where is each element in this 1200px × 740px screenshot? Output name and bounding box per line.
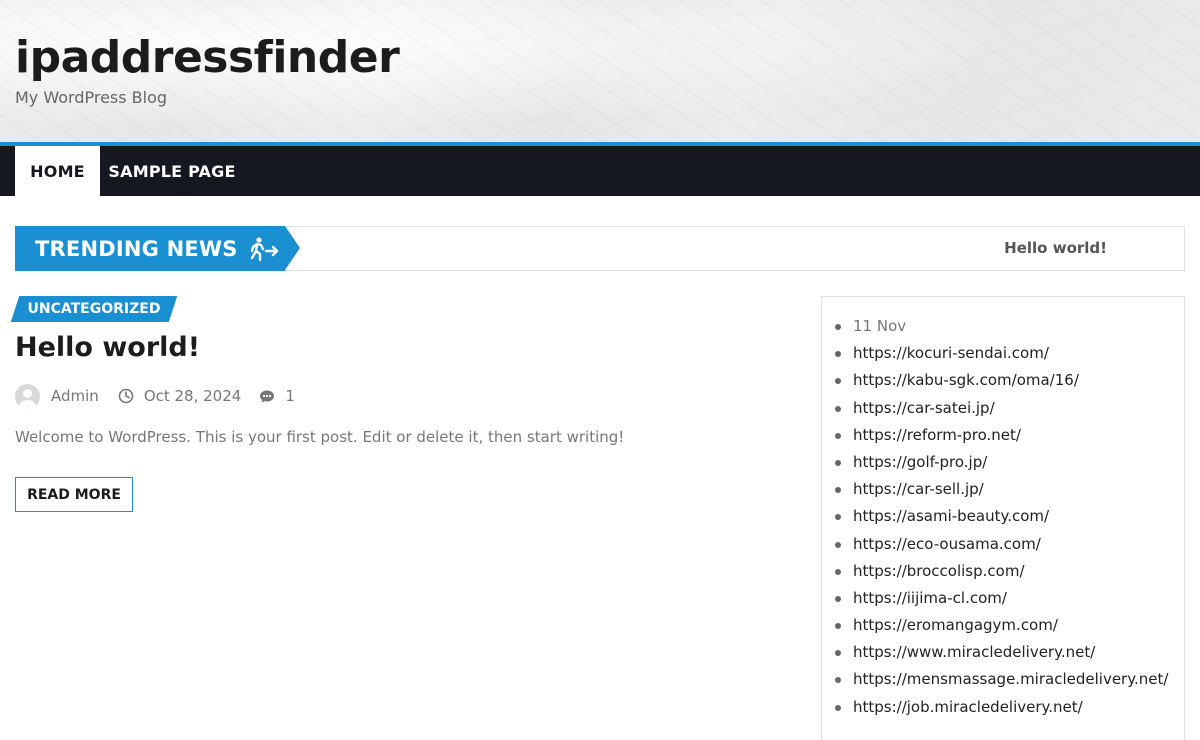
sidebar-link[interactable]: https://broccolisp.com/ xyxy=(833,559,1168,586)
sidebar-link[interactable]: https://asami-beauty.com/ xyxy=(833,504,1168,531)
sidebar-link[interactable]: https://car-sell.jp/ xyxy=(833,477,1168,504)
sidebar-link[interactable]: https://job.miracledelivery.net/ xyxy=(833,695,1168,722)
sidebar-link-list: 11 Nov https://kocuri-sendai.com/ https:… xyxy=(833,314,1168,722)
sidebar-link[interactable]: https://car-satei.jp/ xyxy=(833,396,1168,423)
sidebar-link[interactable]: https://golf-pro.jp/ xyxy=(833,450,1168,477)
trending-news-label: TRENDING NEWS xyxy=(15,226,300,271)
sidebar-link[interactable]: https://iijima-cl.com/ xyxy=(833,586,1168,613)
site-header: ipaddressfinder My WordPress Blog xyxy=(0,0,1200,143)
sidebar-link[interactable]: https://eco-ousama.com/ xyxy=(833,532,1168,559)
site-title[interactable]: ipaddressfinder xyxy=(15,30,400,86)
avatar xyxy=(15,383,40,409)
comment-icon xyxy=(260,390,275,403)
main-navigation: HOME SAMPLE PAGE xyxy=(0,142,1200,196)
running-person-arrow-icon xyxy=(250,236,278,261)
post-comment-count[interactable]: 1 xyxy=(285,387,295,405)
trending-news-bar: TRENDING NEWS Hello world! xyxy=(15,226,1185,271)
trending-headline-link[interactable]: Hello world! xyxy=(1004,239,1107,257)
category-badge[interactable]: UNCATEGORIZED xyxy=(15,296,173,322)
post-meta: Admin Oct 28, 2024 1 xyxy=(15,383,295,409)
sidebar-link[interactable]: https://reform-pro.net/ xyxy=(833,423,1168,450)
nav-item-sample-page[interactable]: SAMPLE PAGE xyxy=(100,146,244,196)
sidebar-date: 11 Nov xyxy=(833,314,1168,341)
clock-icon xyxy=(118,388,134,404)
sidebar-link[interactable]: https://www.miracledelivery.net/ xyxy=(833,640,1168,667)
post-title[interactable]: Hello world! xyxy=(15,332,200,363)
sidebar-widget: 11 Nov https://kocuri-sendai.com/ https:… xyxy=(821,296,1185,740)
post-author[interactable]: Admin xyxy=(51,387,99,405)
site-tagline: My WordPress Blog xyxy=(15,88,168,107)
sidebar-link[interactable]: https://mensmassage.miracledelivery.net/ xyxy=(833,667,1168,694)
nav-item-home[interactable]: HOME xyxy=(15,146,100,196)
trending-label-text: TRENDING NEWS xyxy=(35,236,238,261)
post-date[interactable]: Oct 28, 2024 xyxy=(144,387,242,405)
read-more-button[interactable]: READ MORE xyxy=(15,477,133,512)
sidebar-link[interactable]: https://kocuri-sendai.com/ xyxy=(833,341,1168,368)
sidebar-link[interactable]: https://eromangagym.com/ xyxy=(833,613,1168,640)
post-excerpt: Welcome to WordPress. This is your first… xyxy=(15,428,625,446)
sidebar-link[interactable]: https://kabu-sgk.com/oma/16/ xyxy=(833,368,1168,395)
